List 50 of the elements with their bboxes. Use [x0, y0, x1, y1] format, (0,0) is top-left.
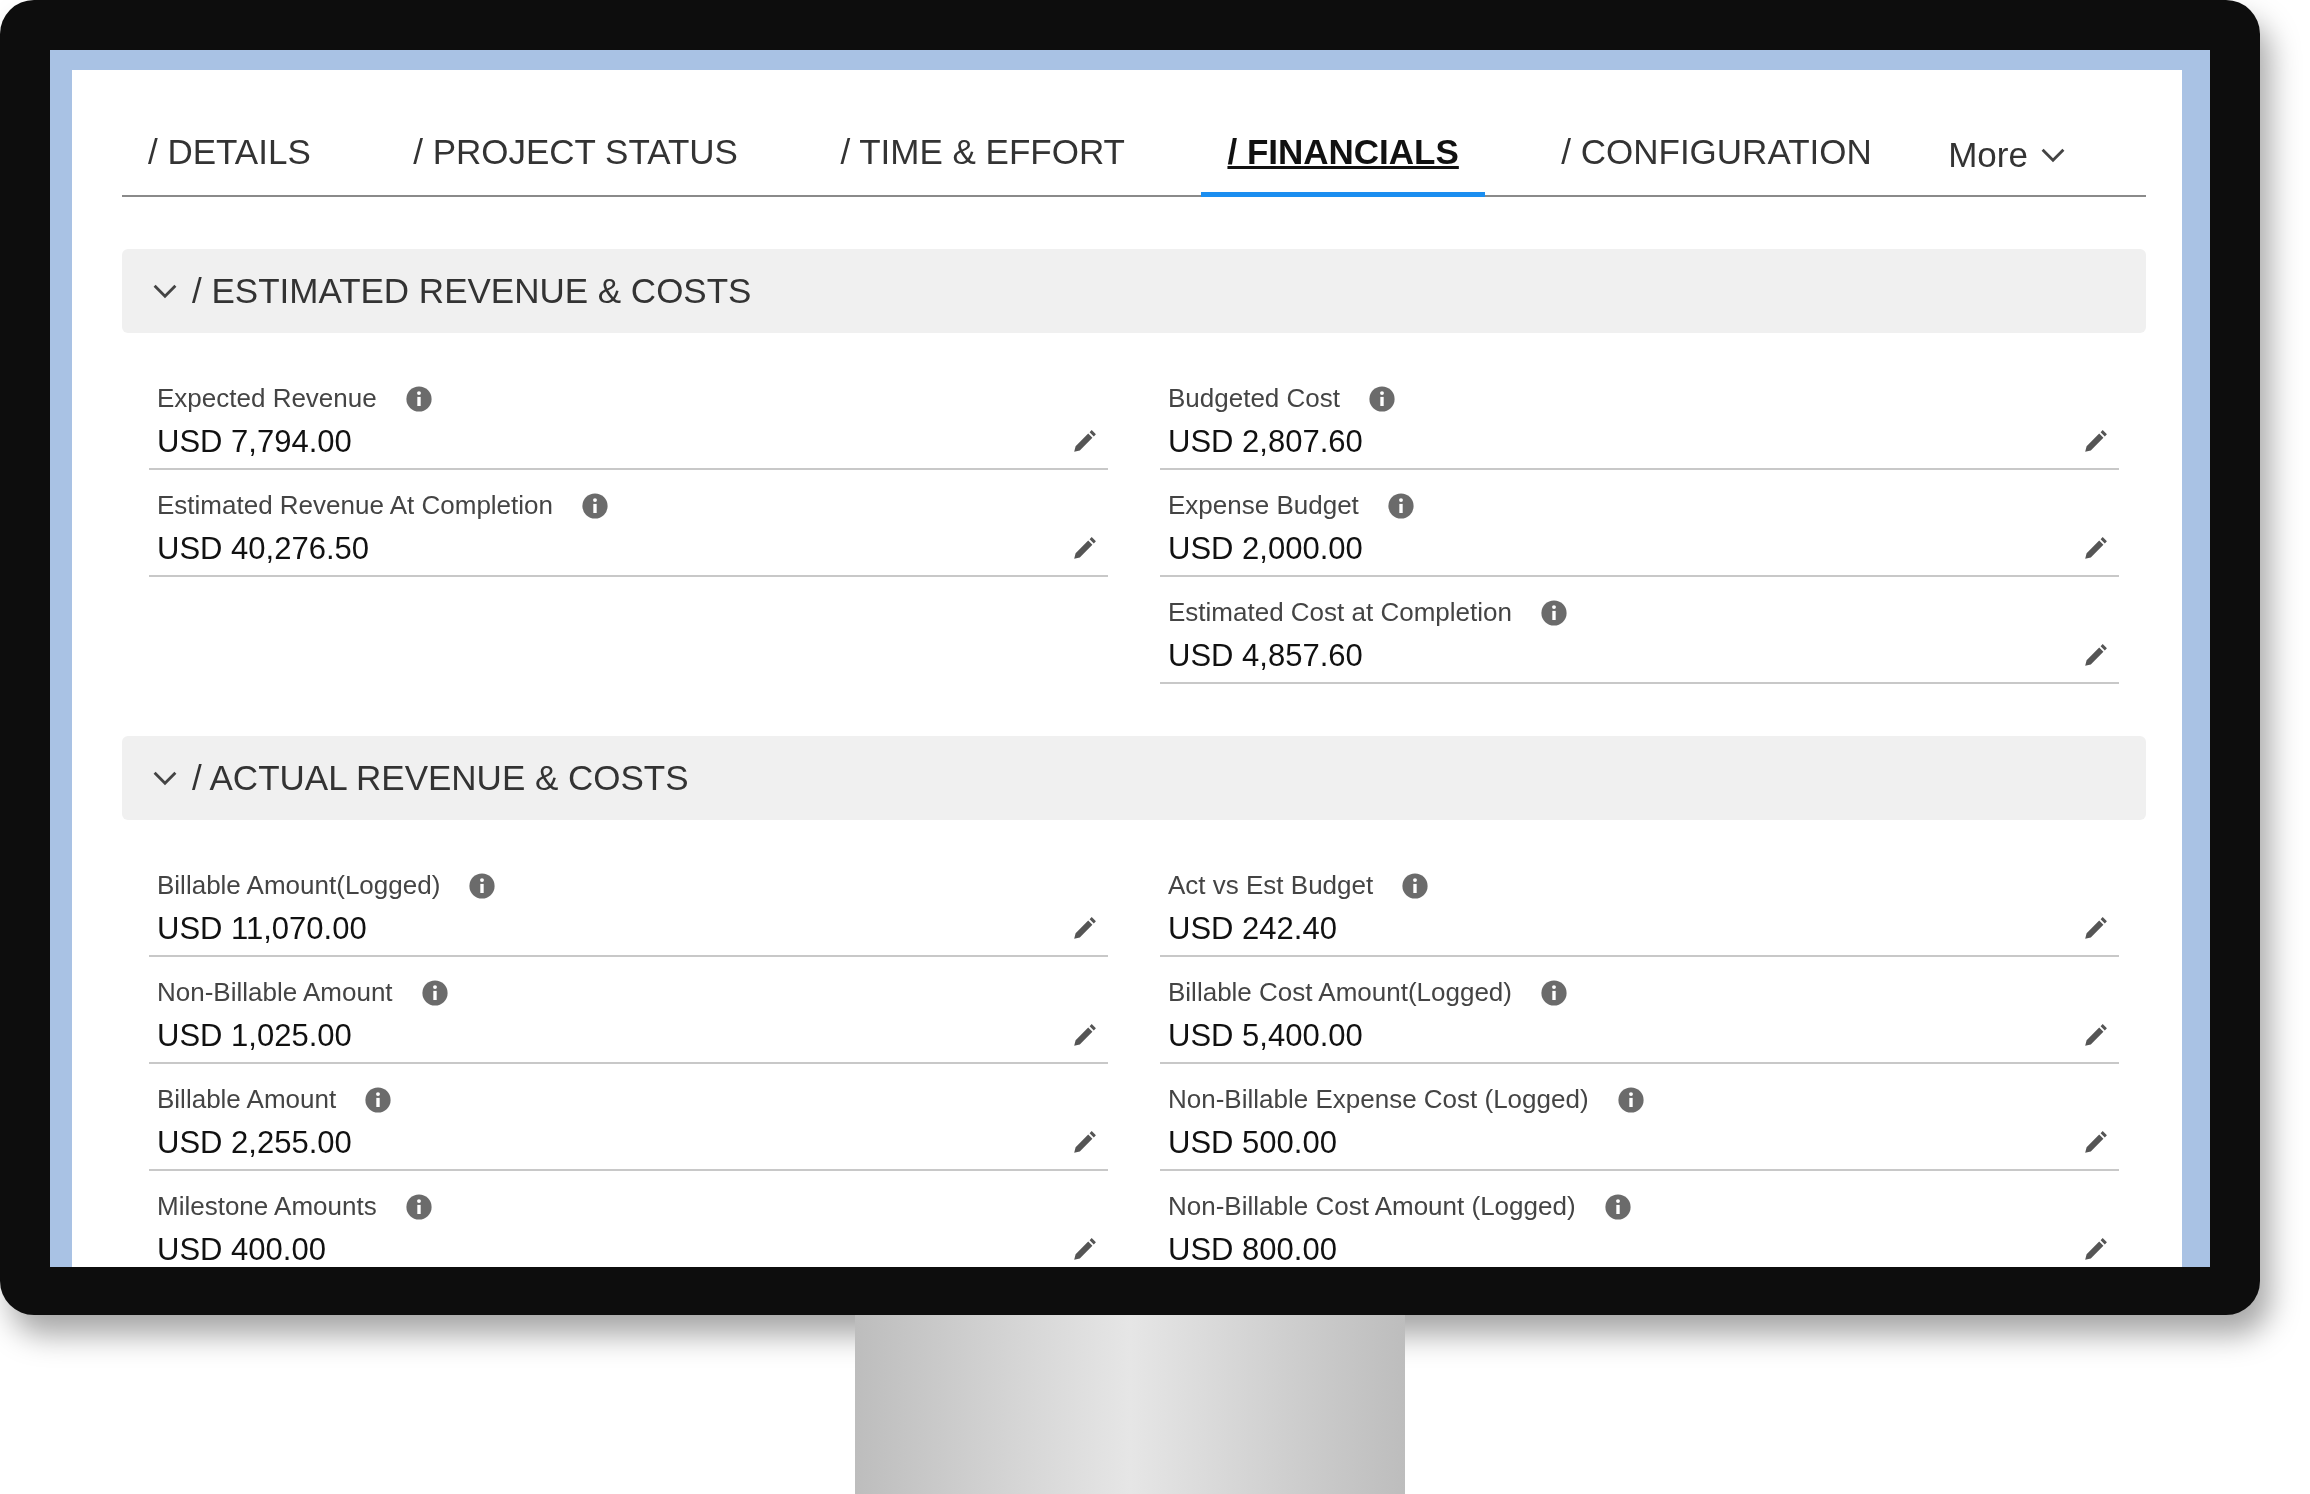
tab[interactable]: / DETAILS	[122, 110, 337, 197]
section-header[interactable]: / ESTIMATED REVENUE & COSTS	[122, 249, 2146, 333]
field-value: USD 242.40	[1168, 911, 1337, 947]
field-value: USD 800.00	[1168, 1232, 1337, 1267]
info-icon	[1539, 598, 1568, 627]
chevron-icon	[2039, 147, 2066, 163]
chevron-icon	[152, 283, 178, 299]
info-icon	[1616, 1085, 1645, 1114]
info-icon	[1368, 384, 1396, 413]
tab[interactable]: / PROJECT STATUS	[387, 110, 764, 197]
field-value: USD 1,025.00	[157, 1018, 352, 1054]
chevron-icon	[152, 770, 178, 786]
field-value: USD 2,000.00	[1168, 531, 1363, 567]
info-icon	[404, 1192, 433, 1221]
info-icon	[581, 491, 609, 520]
field-value: USD 2,807.60	[1168, 424, 1363, 460]
section-header[interactable]: / ACTUAL REVENUE & COSTS	[122, 736, 2146, 820]
info-icon	[1386, 491, 1415, 520]
field-label: Non-Billable Cost Amount (Logged)	[1168, 1191, 1576, 1222]
info-icon	[468, 871, 497, 900]
tab[interactable]: / FINANCIALS	[1201, 110, 1485, 197]
field-value: USD 40,276.50	[157, 531, 369, 567]
field-label: Budgeted Cost	[1168, 383, 1340, 414]
field-value: USD 7,794.00	[157, 424, 352, 460]
field-label: Non-Billable Expense Cost (Logged)	[1168, 1084, 1589, 1115]
field-label: Milestone Amounts	[157, 1191, 377, 1222]
info-icon	[420, 978, 449, 1007]
field-label: Non-Billable Amount	[157, 977, 393, 1008]
field-value: USD 11,070.00	[157, 911, 367, 947]
field-label: Act vs Est Budget	[1168, 870, 1374, 901]
field-label: Expense Budget	[1168, 490, 1359, 521]
field-value: USD 5,400.00	[1168, 1018, 1363, 1054]
field-value: USD 2,255.00	[157, 1125, 352, 1161]
field-label: Billable Amount(Logged)	[157, 870, 441, 901]
info-icon	[1603, 1192, 1632, 1221]
field-label: Estimated Cost at Completion	[1168, 597, 1512, 628]
field-label: Expected Revenue	[157, 383, 377, 414]
field-value: USD 4,857.60	[1168, 638, 1363, 674]
field-value: USD 500.00	[1168, 1125, 1337, 1161]
info-icon	[1540, 978, 1568, 1007]
field-label: Estimated Revenue At Completion	[157, 490, 553, 521]
more-menu-button[interactable]: More	[1948, 113, 2066, 195]
tab[interactable]: / CONFIGURATION	[1535, 110, 1898, 197]
field-value: USD 400.00	[157, 1232, 326, 1267]
info-icon	[1401, 871, 1430, 900]
info-icon	[364, 1085, 393, 1114]
info-icon	[404, 384, 433, 413]
field-label: Billable Cost Amount(Logged)	[1168, 977, 1512, 1008]
field-label: Billable Amount	[157, 1084, 337, 1115]
tab[interactable]: / TIME & EFFORT	[814, 110, 1151, 197]
